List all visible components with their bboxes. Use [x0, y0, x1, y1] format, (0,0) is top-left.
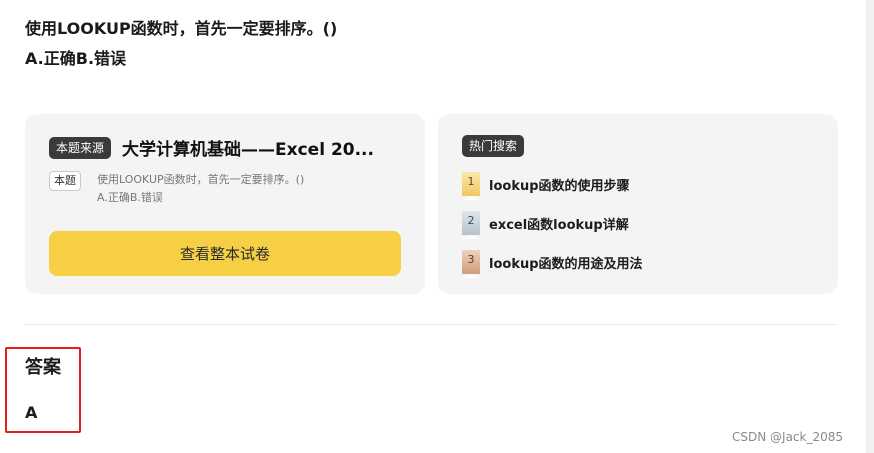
- source-title-link[interactable]: 大学计算机基础——Excel 20...: [122, 135, 390, 160]
- question-options: A.正确B.错误: [25, 49, 127, 68]
- preview-line: 使用LOOKUP函数时，首先一定要排序。(): [97, 173, 305, 186]
- hot-search-card: 热门搜索 1 lookup函数的使用步骤 2 excel函数lookup详解 3…: [438, 114, 838, 294]
- source-preview: 本题 使用LOOKUP函数时，首先一定要排序。() A.正确B.错误: [49, 171, 399, 207]
- section-divider: [25, 324, 838, 325]
- hot-search-label[interactable]: lookup函数的用途及用法: [489, 253, 643, 272]
- hot-search-header: 热门搜索: [462, 135, 525, 157]
- preview-tag: 本题: [49, 171, 81, 191]
- hot-search-label[interactable]: excel函数lookup详解: [489, 214, 629, 233]
- answer-title: 答案: [25, 357, 61, 378]
- source-tag: 本题来源: [49, 136, 112, 159]
- hot-search-tag: 热门搜索: [462, 135, 525, 157]
- hot-search-label[interactable]: lookup函数的使用步骤: [489, 175, 630, 194]
- source-card: 本题来源 大学计算机基础——Excel 20... 本题 使用LOOKUP函数时…: [25, 114, 425, 294]
- rank-badge-icon: 2: [462, 211, 480, 239]
- watermark: CSDN @Jack_2085: [732, 430, 844, 444]
- scrollbar[interactable]: [866, 0, 874, 453]
- preview-text: 使用LOOKUP函数时，首先一定要排序。() A.正确B.错误: [97, 171, 304, 207]
- source-header: 本题来源 大学计算机基础——Excel 20...: [49, 135, 409, 160]
- rank-badge-icon: 3: [462, 250, 480, 278]
- rank-badge-icon: 1: [462, 172, 480, 200]
- question-stem: 使用LOOKUP函数时，首先一定要排序。(): [25, 19, 338, 38]
- question-block: 使用LOOKUP函数时，首先一定要排序。() A.正确B.错误: [25, 18, 825, 70]
- page: 使用LOOKUP函数时，首先一定要排序。() A.正确B.错误 本题来源 大学计…: [0, 0, 874, 453]
- hot-search-item[interactable]: 1 lookup函数的使用步骤: [462, 172, 822, 200]
- answer-value: A: [25, 403, 38, 422]
- preview-line: A.正确B.错误: [97, 191, 163, 204]
- hot-search-item[interactable]: 3 lookup函数的用途及用法: [462, 250, 822, 278]
- hot-search-item[interactable]: 2 excel函数lookup详解: [462, 211, 822, 239]
- view-full-paper-button[interactable]: 查看整本试卷: [49, 231, 401, 276]
- hot-search-list: 1 lookup函数的使用步骤 2 excel函数lookup详解 3 look…: [462, 172, 822, 289]
